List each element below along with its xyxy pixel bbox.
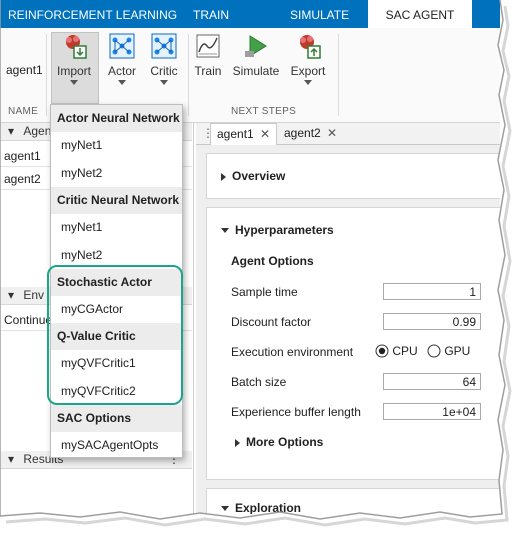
torn-edge-frame xyxy=(0,0,519,545)
